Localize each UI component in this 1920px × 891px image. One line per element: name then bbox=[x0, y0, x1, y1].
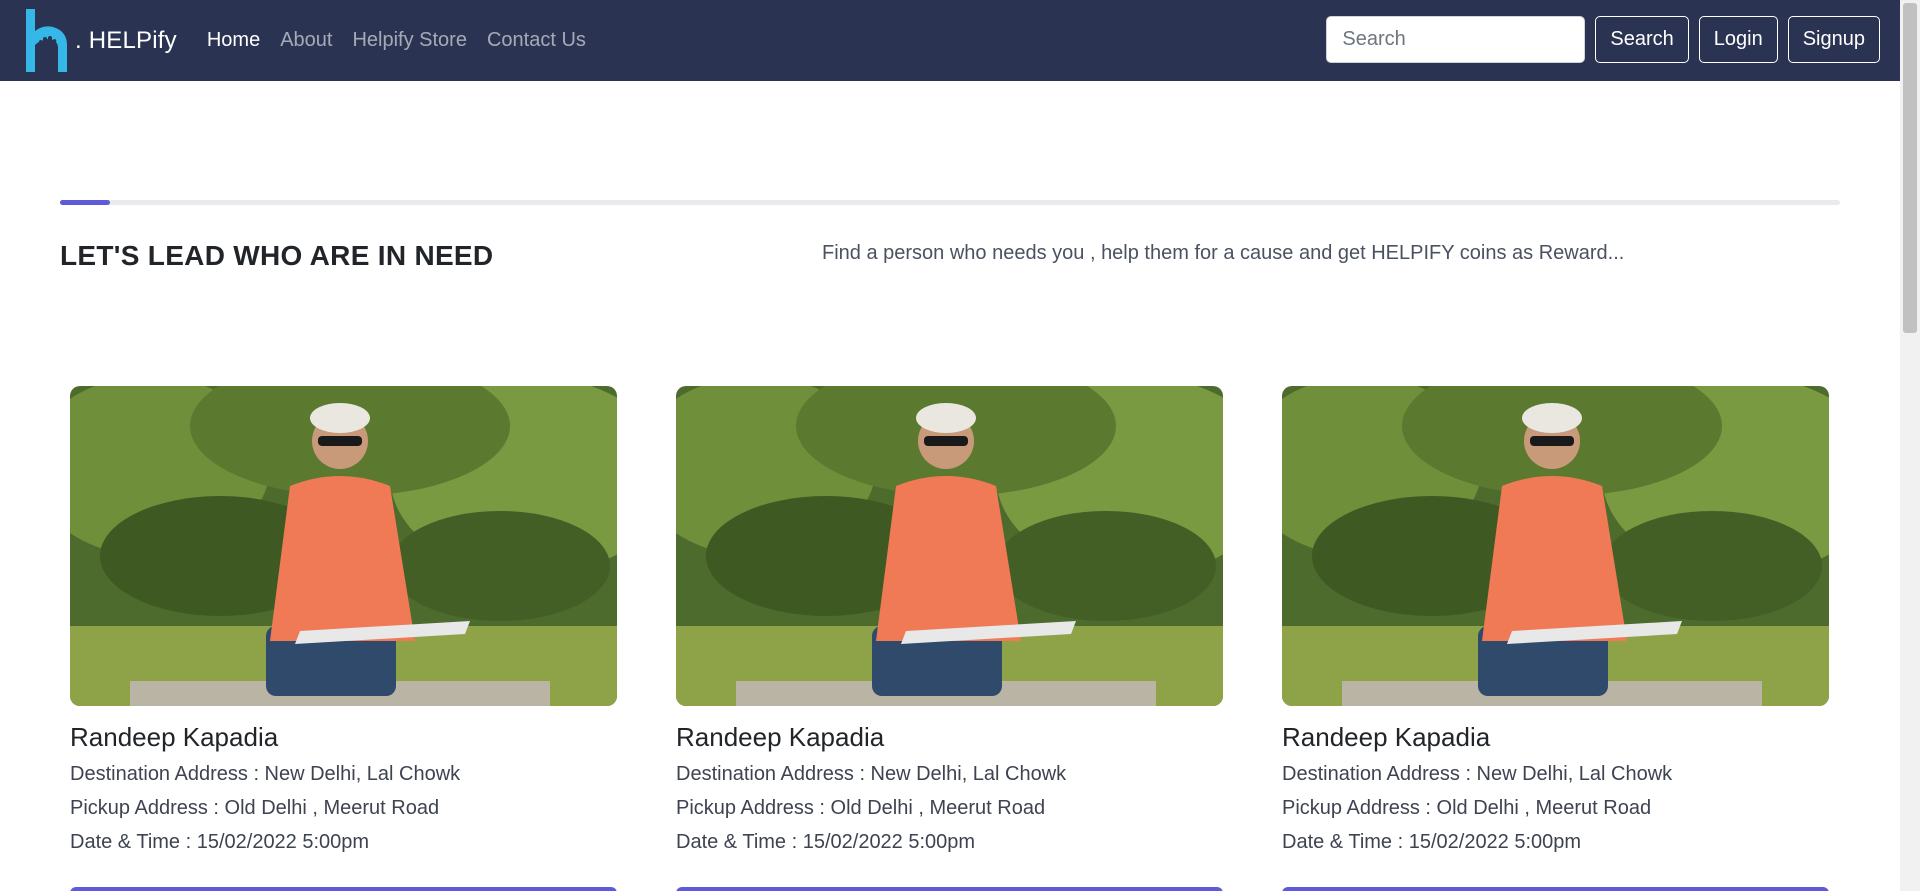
pickup-address: Pickup Address : Old Delhi , Meerut Road bbox=[1282, 797, 1652, 819]
pickup-address: Pickup Address : Old Delhi , Meerut Road bbox=[676, 797, 1046, 819]
scrollbar-thumb[interactable] bbox=[1903, 3, 1917, 333]
helpify-logo-icon bbox=[26, 9, 67, 72]
nav-link-about[interactable]: About bbox=[280, 29, 332, 52]
destination-address: Destination Address : New Delhi, Lal Cho… bbox=[676, 763, 1067, 785]
page-scrollbar[interactable] bbox=[1900, 0, 1920, 891]
nav-link-contact-us[interactable]: Contact Us bbox=[487, 29, 586, 52]
nav-links: Home About Helpify Store Contact Us bbox=[207, 29, 606, 52]
login-button[interactable]: Login bbox=[1698, 16, 1778, 63]
date-time: Date & Time : 15/02/2022 5:00pm bbox=[70, 831, 370, 853]
navbar: . HELPify Home About Helpify Store Conta… bbox=[0, 0, 1900, 81]
help-request-card: Randeep Kapadia Destination Address : Ne… bbox=[70, 386, 617, 891]
card-action-button[interactable] bbox=[70, 887, 617, 891]
progress-fill bbox=[60, 200, 110, 205]
person-photo bbox=[676, 386, 1223, 706]
brand-link[interactable]: . HELPify bbox=[26, 0, 177, 81]
destination-address: Destination Address : New Delhi, Lal Cho… bbox=[70, 763, 461, 785]
help-request-card: Randeep Kapadia Destination Address : Ne… bbox=[676, 386, 1223, 891]
section-subtitle: Find a person who needs you , help them … bbox=[822, 242, 1625, 264]
destination-address: Destination Address : New Delhi, Lal Cho… bbox=[1282, 763, 1673, 785]
help-request-card: Randeep Kapadia Destination Address : Ne… bbox=[1282, 386, 1829, 891]
card-action-button[interactable] bbox=[1282, 887, 1829, 891]
nav-link-helpify-store[interactable]: Helpify Store bbox=[352, 29, 467, 52]
nav-actions: Search Login Signup bbox=[1326, 16, 1880, 63]
card-name: Randeep Kapadia bbox=[676, 722, 885, 752]
section-title: LET'S LEAD WHO ARE IN NEED bbox=[60, 240, 494, 271]
card-name: Randeep Kapadia bbox=[1282, 722, 1491, 752]
brand-name: . HELPify bbox=[75, 26, 177, 54]
signup-button[interactable]: Signup bbox=[1787, 16, 1880, 63]
pickup-address: Pickup Address : Old Delhi , Meerut Road bbox=[70, 797, 440, 819]
person-photo bbox=[1282, 386, 1829, 706]
help-request-cards: Randeep Kapadia Destination Address : Ne… bbox=[70, 386, 1830, 891]
card-action-button[interactable] bbox=[676, 887, 1223, 891]
date-time: Date & Time : 15/02/2022 5:00pm bbox=[1282, 831, 1582, 853]
search-button[interactable]: Search bbox=[1595, 16, 1689, 63]
progress-track bbox=[60, 200, 1840, 205]
nav-link-home[interactable]: Home bbox=[207, 29, 260, 52]
person-photo bbox=[70, 386, 617, 706]
search-input[interactable] bbox=[1326, 16, 1586, 63]
card-name: Randeep Kapadia bbox=[70, 722, 279, 752]
date-time: Date & Time : 15/02/2022 5:00pm bbox=[676, 831, 976, 853]
